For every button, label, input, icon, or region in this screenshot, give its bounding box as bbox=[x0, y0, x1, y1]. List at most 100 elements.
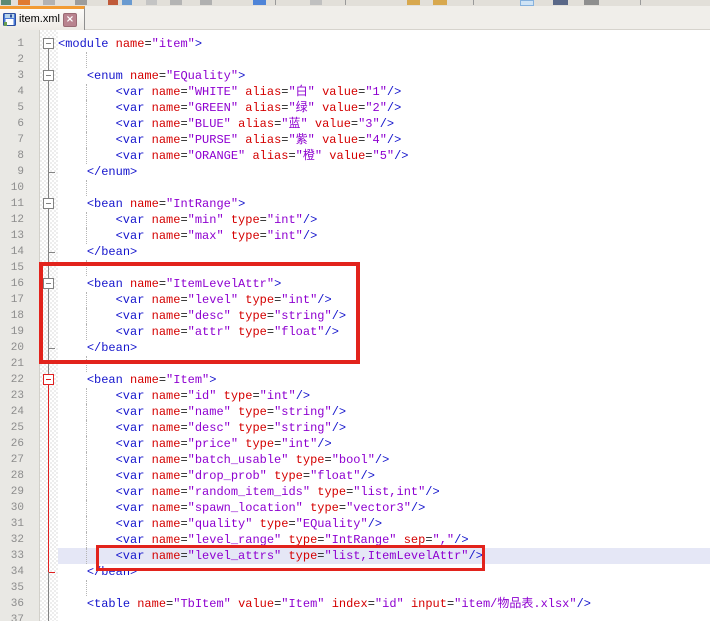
code-line[interactable]: 22 <bean name="Item"> bbox=[0, 372, 710, 388]
fold-toggle[interactable] bbox=[43, 38, 54, 49]
tab-title: item.xml bbox=[19, 13, 60, 26]
code-line[interactable]: 13 <var name="max" type="int"/> bbox=[0, 228, 710, 244]
line-number: 37 bbox=[0, 612, 24, 621]
toolbar-icon-fragment[interactable] bbox=[146, 0, 157, 5]
code-line[interactable]: 26 <var name="price" type="int"/> bbox=[0, 436, 710, 452]
code-text: <module name="item"> bbox=[58, 36, 202, 52]
code-line[interactable]: 24 <var name="name" type="string"/> bbox=[0, 404, 710, 420]
tab-item-xml[interactable]: item.xml × bbox=[0, 6, 85, 30]
code-line[interactable]: 16 <bean name="ItemLevelAttr"> bbox=[0, 276, 710, 292]
line-number: 3 bbox=[0, 68, 24, 84]
line-number: 6 bbox=[0, 116, 24, 132]
code-line[interactable]: 3 <enum name="EQuality"> bbox=[0, 68, 710, 84]
fold-toggle[interactable] bbox=[43, 198, 54, 209]
code-line[interactable]: 4 <var name="WHITE" alias="白" value="1"/… bbox=[0, 84, 710, 100]
code-line[interactable]: 27 <var name="batch_usable" type="bool"/… bbox=[0, 452, 710, 468]
code-line[interactable]: 20 </bean> bbox=[0, 340, 710, 356]
fold-toggle[interactable] bbox=[43, 278, 54, 289]
fold-toggle[interactable] bbox=[43, 374, 54, 385]
code-line[interactable]: 12 <var name="min" type="int"/> bbox=[0, 212, 710, 228]
tab-bar: item.xml × bbox=[0, 6, 710, 30]
code-line[interactable]: 31 <var name="quality" type="EQuality"/> bbox=[0, 516, 710, 532]
code-text: <var name="spawn_location" type="vector3… bbox=[58, 500, 425, 516]
toolbar-icon-fragment[interactable] bbox=[553, 0, 568, 5]
toolbar-icon-fragment[interactable] bbox=[407, 0, 420, 5]
code-line[interactable]: 9 </enum> bbox=[0, 164, 710, 180]
toolbar-icon-fragment[interactable] bbox=[75, 0, 87, 5]
line-number: 20 bbox=[0, 340, 24, 356]
code-line[interactable]: 21 bbox=[0, 356, 710, 372]
toolbar-icon-fragment[interactable] bbox=[640, 0, 641, 5]
code-line[interactable]: 18 <var name="desc" type="string"/> bbox=[0, 308, 710, 324]
fold-margin-cell bbox=[40, 132, 58, 148]
fold-margin-cell bbox=[40, 100, 58, 116]
line-number: 1 bbox=[0, 36, 24, 52]
toolbar-icon-fragment[interactable] bbox=[275, 0, 276, 5]
code-line[interactable]: 2 bbox=[0, 52, 710, 68]
toolbar-icon-fragment[interactable] bbox=[433, 0, 447, 5]
fold-margin-cell bbox=[40, 404, 58, 420]
code-line[interactable]: 30 <var name="spawn_location" type="vect… bbox=[0, 500, 710, 516]
code-line[interactable]: 37 bbox=[0, 612, 710, 621]
code-line[interactable]: 11 <bean name="IntRange"> bbox=[0, 196, 710, 212]
fold-margin-cell bbox=[40, 420, 58, 436]
code-line[interactable]: 15 bbox=[0, 260, 710, 276]
code-line[interactable]: 36 <table name="TbItem" value="Item" ind… bbox=[0, 596, 710, 612]
code-text: <var name="drop_prob" type="float"/> bbox=[58, 468, 375, 484]
toolbar-icon-fragment[interactable] bbox=[108, 0, 118, 5]
code-line[interactable]: 23 <var name="id" type="int"/> bbox=[0, 388, 710, 404]
code-text: <var name="max" type="int"/> bbox=[58, 228, 317, 244]
code-text: <var name="min" type="int"/> bbox=[58, 212, 317, 228]
code-line[interactable]: 1 <module name="item"> bbox=[0, 36, 710, 52]
code-line[interactable]: 8 <var name="ORANGE" alias="橙" value="5"… bbox=[0, 148, 710, 164]
fold-margin-cell bbox=[40, 468, 58, 484]
code-line[interactable]: 28 <var name="drop_prob" type="float"/> bbox=[0, 468, 710, 484]
code-line[interactable]: 6 <var name="BLUE" alias="蓝" value="3"/> bbox=[0, 116, 710, 132]
toolbar-icon-fragment[interactable] bbox=[1, 0, 11, 5]
toolbar-icon-fragment[interactable] bbox=[43, 0, 55, 5]
fold-toggle[interactable] bbox=[43, 70, 54, 81]
code-line[interactable]: 29 <var name="random_item_ids" type="lis… bbox=[0, 484, 710, 500]
code-line[interactable]: 33 <var name="level_attrs" type="list,It… bbox=[0, 548, 710, 564]
toolbar-icon-fragment[interactable] bbox=[310, 0, 322, 5]
code-line[interactable]: 10 bbox=[0, 180, 710, 196]
fold-end-tick bbox=[49, 572, 55, 573]
toolbar-icon-fragment[interactable] bbox=[170, 0, 182, 5]
line-number: 23 bbox=[0, 388, 24, 404]
line-number: 31 bbox=[0, 516, 24, 532]
line-number: 25 bbox=[0, 420, 24, 436]
code-text: </bean> bbox=[58, 244, 137, 260]
code-text: <var name="GREEN" alias="绿" value="2"/> bbox=[58, 100, 401, 116]
code-text: <var name="id" type="int"/> bbox=[58, 388, 310, 404]
toolbar-icon-fragment[interactable] bbox=[253, 0, 266, 5]
code-text: <var name="batch_usable" type="bool"/> bbox=[58, 452, 389, 468]
indent-guide bbox=[86, 260, 87, 276]
code-line[interactable]: 7 <var name="PURSE" alias="紫" value="4"/… bbox=[0, 132, 710, 148]
fold-end-tick bbox=[49, 348, 55, 349]
fold-margin-cell bbox=[40, 596, 58, 612]
fold-margin-cell bbox=[40, 452, 58, 468]
toolbar-icon-fragment[interactable] bbox=[18, 0, 30, 5]
code-line[interactable]: 34 </bean> bbox=[0, 564, 710, 580]
toolbar-icon-fragment[interactable] bbox=[473, 0, 474, 5]
toolbar-icon-fragment[interactable] bbox=[584, 0, 599, 5]
code-line[interactable]: 17 <var name="level" type="int"/> bbox=[0, 292, 710, 308]
code-line[interactable]: 19 <var name="attr" type="float"/> bbox=[0, 324, 710, 340]
line-number: 14 bbox=[0, 244, 24, 260]
code-text: <var name="level_attrs" type="list,ItemL… bbox=[58, 548, 483, 564]
toolbar-icon-fragment[interactable] bbox=[122, 0, 132, 5]
code-line[interactable]: 35 bbox=[0, 580, 710, 596]
toolbar-icon-fragment[interactable] bbox=[200, 0, 212, 5]
code-line[interactable]: 5 <var name="GREEN" alias="绿" value="2"/… bbox=[0, 100, 710, 116]
tab-close-icon[interactable]: × bbox=[63, 13, 77, 27]
line-number: 15 bbox=[0, 260, 24, 276]
fold-margin-cell bbox=[40, 52, 58, 68]
code-editor[interactable]: 1 <module name="item">23 <enum name="EQua… bbox=[0, 30, 710, 621]
code-line[interactable]: 25 <var name="desc" type="string"/> bbox=[0, 420, 710, 436]
code-line[interactable]: 14 </bean> bbox=[0, 244, 710, 260]
toolbar-icon-fragment[interactable] bbox=[345, 0, 346, 5]
save-icon bbox=[3, 13, 16, 26]
line-number: 10 bbox=[0, 180, 24, 196]
code-line[interactable]: 32 <var name="level_range" type="IntRang… bbox=[0, 532, 710, 548]
fold-margin-cell bbox=[40, 68, 58, 84]
